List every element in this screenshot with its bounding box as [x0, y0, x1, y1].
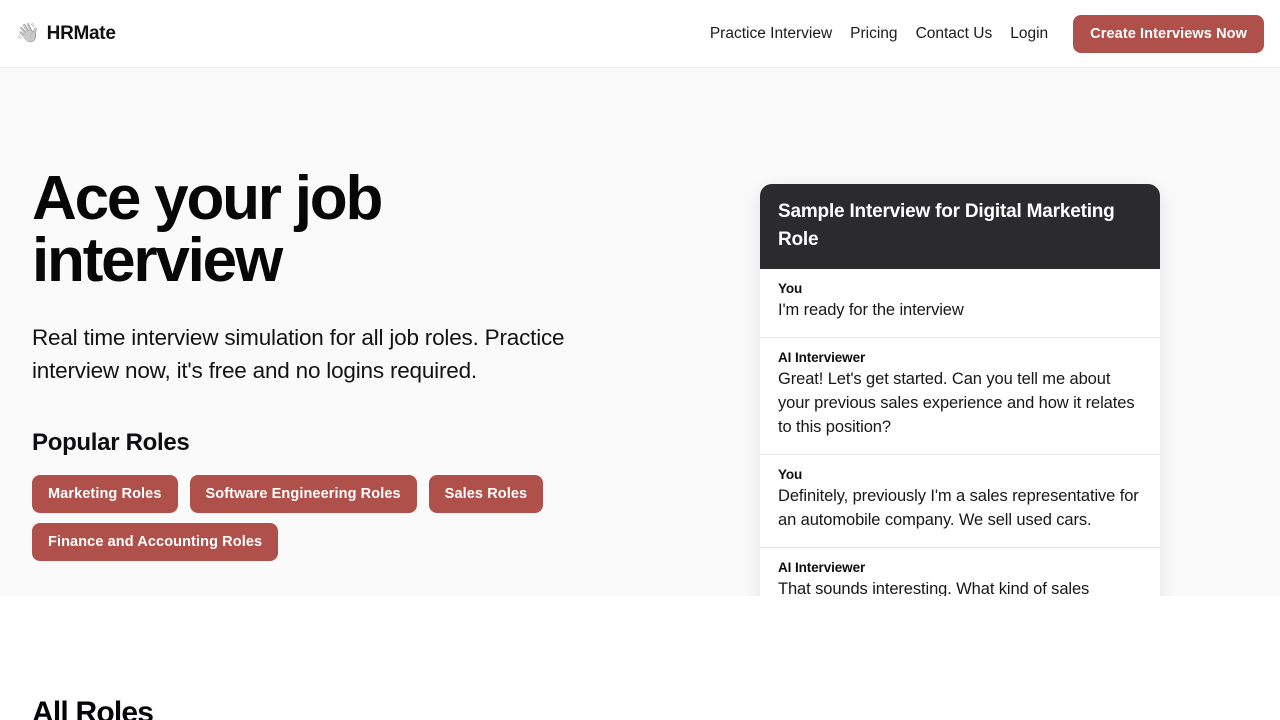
popular-roles-heading: Popular Roles: [32, 429, 190, 457]
hero-content: Ace your job interview Real time intervi…: [32, 164, 672, 562]
chat-message: You I'm ready for the interview: [760, 269, 1160, 338]
message-text: Definitely, previously I'm a sales repre…: [778, 486, 1139, 530]
role-pill-marketing[interactable]: Marketing Roles: [32, 475, 178, 514]
nav-item-login[interactable]: Login: [1001, 19, 1057, 49]
all-roles-section: All Roles: [0, 596, 1280, 720]
nav-item-pricing[interactable]: Pricing: [841, 19, 906, 49]
nav-item-contact-us[interactable]: Contact Us: [907, 19, 1002, 49]
all-roles-heading: All Roles: [32, 696, 154, 720]
message-text: I'm ready for the interview: [778, 301, 964, 320]
page-root: 👋 HRMate Practice Interview Pricing Cont…: [0, 0, 1280, 720]
waving-hand-icon: 👋: [16, 23, 40, 44]
hero-subtitle: Real time interview simulation for all j…: [32, 325, 565, 383]
message-author: AI Interviewer: [778, 559, 866, 575]
role-pill-software-engineering[interactable]: Software Engineering Roles: [189, 475, 417, 514]
main-nav: Practice Interview Pricing Contact Us Lo…: [701, 14, 1264, 53]
sample-interview-card: Sample Interview for Digital Marketing R…: [760, 184, 1160, 662]
site-header: 👋 HRMate Practice Interview Pricing Cont…: [0, 0, 1280, 68]
message-author: You: [778, 466, 803, 482]
role-pill-sales[interactable]: Sales Roles: [428, 475, 544, 514]
create-interviews-now-button[interactable]: Create Interviews Now: [1073, 14, 1264, 53]
brand-logo[interactable]: 👋 HRMate: [16, 23, 116, 45]
nav-item-practice-interview[interactable]: Practice Interview: [701, 19, 841, 49]
role-pill-finance-and-accounting[interactable]: Finance and Accounting Roles: [32, 523, 279, 562]
sample-interview-title: Sample Interview for Digital Marketing R…: [760, 184, 1160, 270]
chat-message: You Definitely, previously I'm a sales r…: [760, 455, 1160, 548]
message-author: You: [778, 281, 803, 297]
message-text: Great! Let's get started. Can you tell m…: [778, 369, 1135, 437]
brand-name: HRMate: [46, 22, 116, 44]
message-author: AI Interviewer: [778, 349, 866, 365]
popular-roles-list: Marketing Roles Software Engineering Rol…: [32, 475, 552, 562]
chat-message: AI Interviewer Great! Let's get started.…: [760, 338, 1160, 455]
hero-section: Ace your job interview Real time intervi…: [0, 68, 1280, 663]
page-title: Ace your job interview: [32, 164, 383, 295]
